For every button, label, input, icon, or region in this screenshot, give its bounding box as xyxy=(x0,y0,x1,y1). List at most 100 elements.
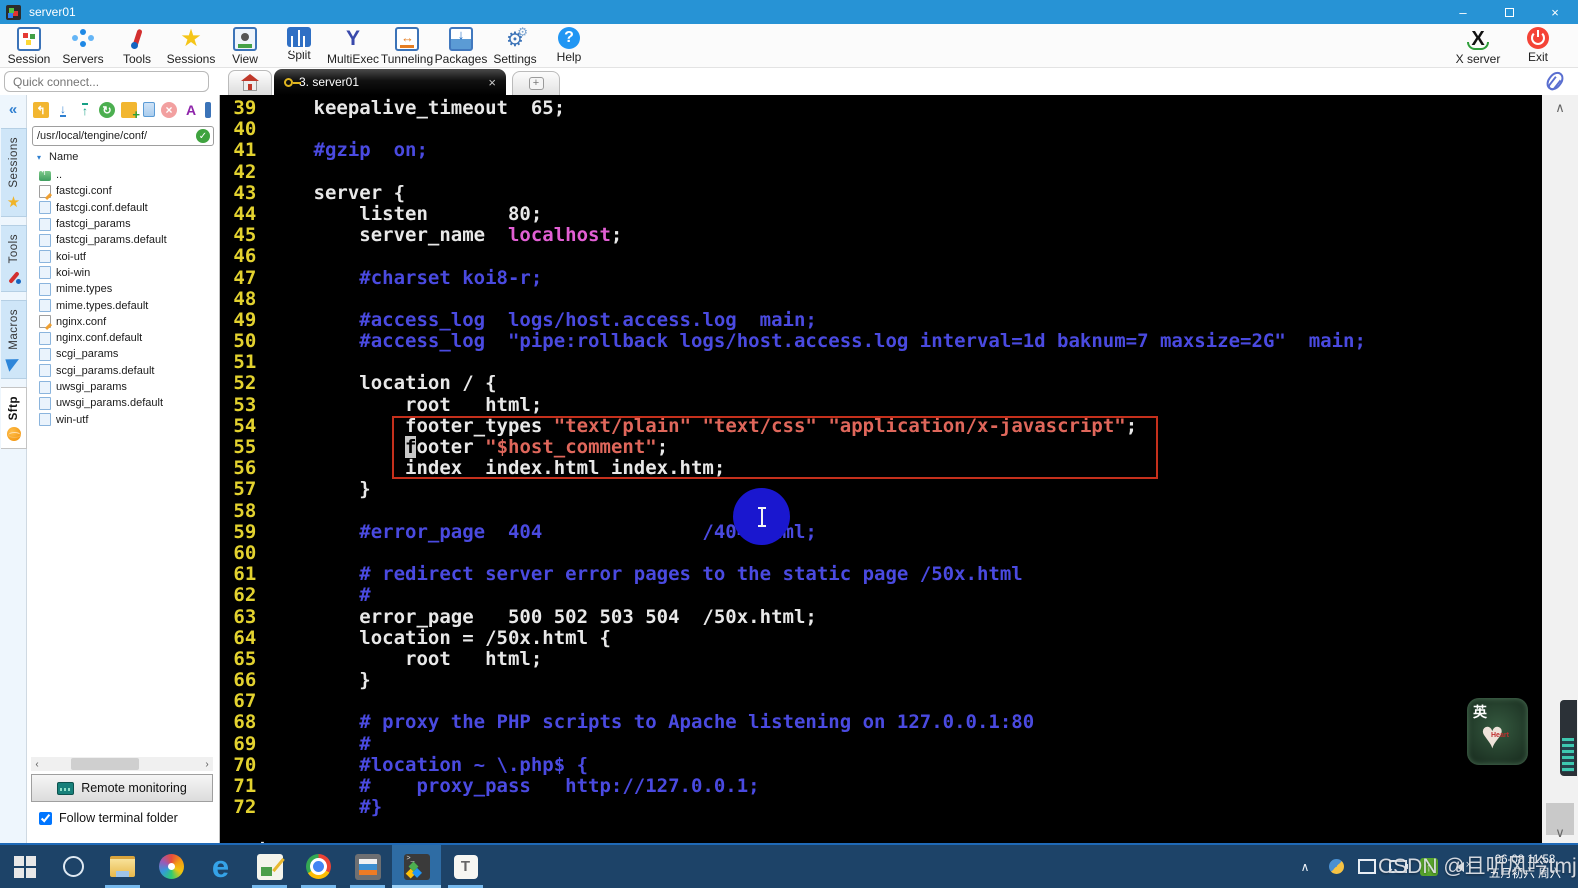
file-row[interactable]: mime.types xyxy=(33,281,213,297)
sidebar-tab-sessions[interactable]: Sessions xyxy=(1,128,27,217)
monitor-pulse-icon xyxy=(57,781,75,795)
code-line: 60 xyxy=(222,542,1366,564)
code-line: 64 location = /50x.html { xyxy=(222,627,1366,649)
code-line: 67 xyxy=(222,691,1366,712)
file-row[interactable]: win-utf xyxy=(33,411,213,427)
edge-icon xyxy=(208,854,234,880)
close-icon[interactable]: × xyxy=(1532,0,1578,24)
toolbar-label: Exit xyxy=(1527,50,1548,64)
toolbar-x-server-button[interactable]: X server xyxy=(1448,24,1508,67)
sidebar-tab-sftp[interactable]: Sftp xyxy=(1,386,27,450)
line-number: 61 xyxy=(233,563,257,586)
exit-icon xyxy=(1527,27,1549,49)
tray-chevron-up-icon[interactable] xyxy=(1296,858,1314,876)
tray-monitor-icon[interactable] xyxy=(1358,858,1376,876)
file-list-header[interactable]: ▾ Name xyxy=(37,151,78,163)
file-icon xyxy=(39,250,51,264)
toolbar-tools-button[interactable]: Tools xyxy=(110,24,164,67)
left-tab-strip: « Sessions Tools Macros Sftp xyxy=(0,95,27,845)
line-number: 52 xyxy=(233,372,257,395)
file-row[interactable]: fastcgi_params.default xyxy=(33,232,213,248)
remote-monitoring-button[interactable]: Remote monitoring xyxy=(31,774,213,802)
toolbar-packages-button[interactable]: Packages xyxy=(434,24,488,67)
toolbar-sessions-button[interactable]: Sessions xyxy=(164,24,218,67)
windows-start-taskbar-button[interactable] xyxy=(0,845,49,888)
path-field: ✓ xyxy=(32,126,214,146)
file-row[interactable]: fastcgi_params xyxy=(33,216,213,232)
tab-home[interactable] xyxy=(228,70,272,95)
globe-icon xyxy=(6,426,22,442)
new-file-icon[interactable] xyxy=(143,102,155,117)
toolbar-exit-button[interactable]: Exit xyxy=(1508,24,1568,67)
file-name: scgi_params xyxy=(56,348,119,361)
file-row[interactable]: fastcgi.conf.default xyxy=(33,200,213,216)
chrome-taskbar-button[interactable] xyxy=(294,845,343,888)
file-row[interactable]: uwsgi_params.default xyxy=(33,395,213,411)
file-row[interactable]: .. xyxy=(33,167,213,183)
scroll-down-icon[interactable]: ∨ xyxy=(1542,825,1578,841)
file-row[interactable]: fastcgi.conf xyxy=(33,183,213,199)
image-editor-taskbar-button[interactable] xyxy=(245,845,294,888)
minimize-icon[interactable]: – xyxy=(1440,0,1486,24)
rename-icon[interactable] xyxy=(183,102,199,118)
toolbar-split-button[interactable]: Split xyxy=(272,24,326,67)
vmware-taskbar-button[interactable] xyxy=(343,845,392,888)
scroll-up-icon[interactable]: ∧ xyxy=(1542,100,1578,116)
tab-server01[interactable]: 3. server01 × xyxy=(274,69,506,95)
key-icon xyxy=(284,77,301,87)
delete-icon[interactable] xyxy=(161,102,177,118)
sidebar-tab-label: Sessions xyxy=(7,137,20,188)
line-number: 49 xyxy=(233,308,257,331)
info-icon[interactable] xyxy=(205,102,211,118)
scroll-left-icon[interactable]: ‹ xyxy=(31,759,43,770)
folder-up-icon[interactable] xyxy=(33,102,49,118)
main-toolbar: Session Servers Tools Sessions View Split Mult… xyxy=(0,24,1578,68)
cortana-taskbar-button[interactable] xyxy=(49,845,98,888)
code-line: 47 #charset koi8-r; xyxy=(222,267,1366,289)
file-row[interactable]: nginx.conf.default xyxy=(33,330,213,346)
line-number: 40 xyxy=(233,118,257,141)
path-input[interactable] xyxy=(33,130,196,142)
toolbar-multiexec-button[interactable]: MultiExec xyxy=(326,24,380,67)
maximize-icon[interactable] xyxy=(1486,0,1532,24)
file-row[interactable]: nginx.conf xyxy=(33,314,213,330)
follow-terminal-folder-checkbox[interactable] xyxy=(39,811,52,825)
refresh-icon[interactable] xyxy=(99,102,115,118)
edge-taskbar-button[interactable] xyxy=(196,845,245,888)
collapse-sidebar-button[interactable]: « xyxy=(0,95,26,128)
download-icon[interactable] xyxy=(55,102,71,118)
scroll-right-icon[interactable]: › xyxy=(201,759,213,770)
tab-close-icon[interactable]: × xyxy=(488,75,496,90)
quick-connect-input[interactable] xyxy=(4,71,209,92)
toolbar-tunneling-button[interactable]: Tunneling xyxy=(380,24,434,67)
file-row[interactable]: uwsgi_params xyxy=(33,379,213,395)
file-row[interactable]: scgi_params.default xyxy=(33,363,213,379)
file-row[interactable]: scgi_params xyxy=(33,346,213,362)
file-row[interactable]: koi-win xyxy=(33,265,213,281)
typora-taskbar-button[interactable] xyxy=(441,845,490,888)
mobaxterm-taskbar-button[interactable] xyxy=(392,845,441,888)
upload-icon[interactable] xyxy=(77,102,93,118)
line-number: 53 xyxy=(233,393,257,416)
toolbar-help-button[interactable]: Help xyxy=(542,24,596,67)
toolbar-settings-button[interactable]: Settings xyxy=(488,24,542,67)
file-name: fastcgi.conf.default xyxy=(56,201,148,214)
toolbar-session-button[interactable]: Session xyxy=(2,24,56,67)
window-titlebar: server01 – × xyxy=(0,0,1578,24)
sidebar-tab-tools[interactable]: Tools xyxy=(1,224,27,293)
file-icon xyxy=(39,282,51,296)
file-explorer-taskbar-button[interactable] xyxy=(98,845,147,888)
pinwheel-browser-taskbar-button[interactable] xyxy=(147,845,196,888)
tray-cloud-icon[interactable] xyxy=(1327,858,1345,876)
code-line: 66 } xyxy=(222,669,1366,691)
file-panel-hscrollbar[interactable]: ‹ › xyxy=(31,757,213,771)
line-number: 67 xyxy=(233,690,257,713)
tab-new[interactable]: + xyxy=(512,71,560,95)
hscroll-thumb[interactable] xyxy=(71,758,139,770)
file-row[interactable]: mime.types.default xyxy=(33,297,213,313)
new-folder-icon[interactable] xyxy=(121,102,140,122)
toolbar-view-button[interactable]: View xyxy=(218,24,272,67)
sidebar-tab-macros[interactable]: Macros xyxy=(1,300,27,379)
file-row[interactable]: koi-utf xyxy=(33,248,213,264)
toolbar-servers-button[interactable]: Servers xyxy=(56,24,110,67)
